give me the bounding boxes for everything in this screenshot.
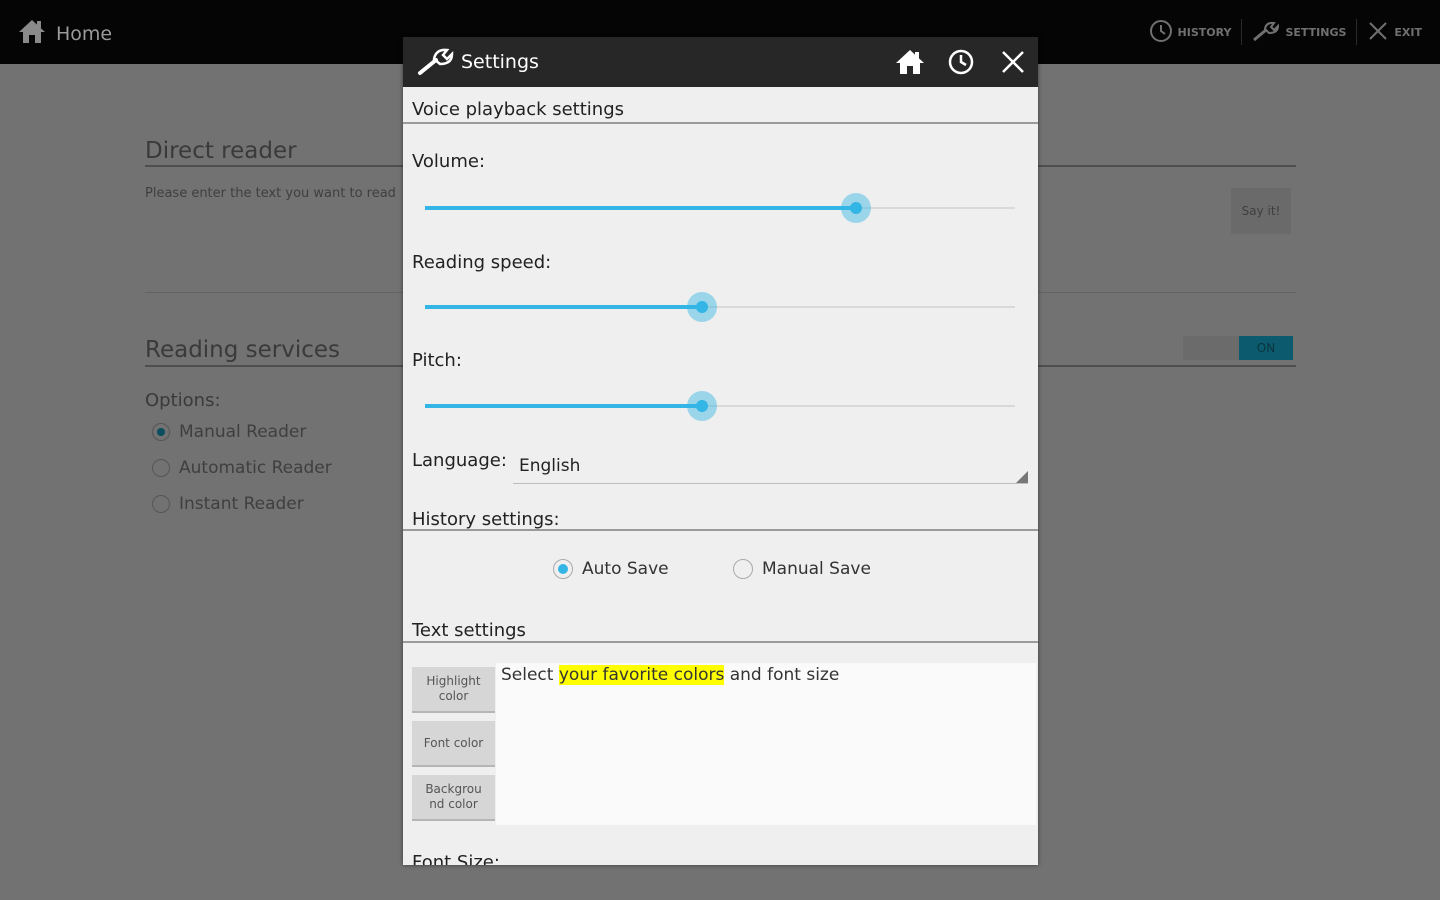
slider-thumb[interactable] (840, 193, 871, 223)
say-it-button[interactable]: Say it! (1231, 188, 1291, 234)
radio-unselected-icon (733, 559, 753, 579)
manual-save-radio[interactable]: Manual Save (733, 559, 871, 579)
pitch-slider[interactable] (425, 391, 1015, 421)
wrench-icon (417, 47, 455, 81)
language-label: Language: (412, 450, 507, 471)
font-size-label: Font Size: (412, 852, 500, 865)
reading-services-title: Reading services (145, 337, 341, 363)
slider-thumb[interactable] (687, 292, 718, 322)
instant-reader-radio[interactable]: Instant Reader (152, 494, 304, 514)
slider-fill (425, 404, 703, 408)
reader-hint: Please enter the text you want to read (145, 186, 396, 201)
dropdown-arrow-icon[interactable] (1016, 471, 1028, 483)
home-link[interactable]: Home (18, 18, 112, 49)
close-icon[interactable] (1001, 49, 1025, 79)
text-section-title: Text settings (412, 620, 526, 641)
slider-fill (425, 305, 703, 309)
home-icon[interactable] (895, 49, 925, 79)
direct-reader-title: Direct reader (145, 138, 297, 164)
radio-selected-icon (553, 559, 573, 579)
clock-icon[interactable] (948, 49, 974, 79)
preview-text-end: and font size (724, 665, 840, 685)
settings-action[interactable]: SETTINGS (1242, 18, 1356, 46)
highlight-color-button[interactable]: Highlight color (412, 667, 495, 713)
font-color-button[interactable]: Font color (412, 721, 495, 767)
voice-section-title: Voice playback settings (412, 99, 625, 120)
dialog-title: Settings (461, 51, 539, 73)
reading-speed-label: Reading speed: (412, 252, 552, 273)
radio-label: Manual Save (762, 559, 871, 579)
toggle-on-label: ON (1239, 336, 1293, 360)
section-divider (403, 529, 1038, 531)
dialog-header: Settings (403, 37, 1038, 87)
settings-label: SETTINGS (1285, 25, 1347, 39)
home-icon (18, 18, 46, 49)
section-divider (403, 122, 1038, 124)
close-icon (1367, 20, 1389, 45)
preview-text-start: Select (501, 665, 559, 685)
reading-speed-slider[interactable] (425, 292, 1015, 322)
exit-action[interactable]: EXIT (1357, 18, 1432, 46)
home-label: Home (56, 22, 113, 45)
history-label: HISTORY (1177, 25, 1232, 39)
exit-label: EXIT (1394, 25, 1422, 39)
clock-icon (1149, 19, 1173, 46)
highlighted-text: your favorite colors (558, 665, 725, 685)
manual-reader-radio[interactable]: Manual Reader (152, 422, 306, 442)
auto-save-radio[interactable]: Auto Save (553, 559, 669, 579)
radio-unselected-icon (152, 495, 170, 513)
reading-services-toggle[interactable]: ON (1183, 336, 1293, 360)
radio-label: Automatic Reader (179, 458, 332, 478)
slider-fill (425, 206, 856, 210)
volume-label: Volume: (412, 151, 486, 172)
preview-text: Select your favorite colors and font siz… (501, 665, 839, 685)
language-spinner[interactable]: English (519, 456, 580, 476)
pitch-label: Pitch: (412, 350, 462, 371)
radio-label: Instant Reader (179, 494, 304, 514)
text-preview: Select your favorite colors and font siz… (496, 663, 1036, 825)
spinner-underline (513, 483, 1028, 484)
history-action[interactable]: HISTORY (1139, 18, 1242, 46)
options-label: Options: (145, 390, 221, 411)
history-section-title: History settings: (412, 509, 560, 530)
background-color-button[interactable]: Backgrou nd color (412, 775, 495, 821)
radio-label: Manual Reader (179, 422, 307, 442)
section-divider (403, 641, 1038, 643)
radio-label: Auto Save (582, 559, 669, 579)
volume-slider[interactable] (425, 193, 1015, 223)
settings-dialog: Settings Voice playback settings Volume:… (403, 37, 1038, 865)
slider-thumb[interactable] (687, 391, 718, 421)
radio-selected-icon (152, 423, 170, 441)
radio-unselected-icon (152, 459, 170, 477)
automatic-reader-radio[interactable]: Automatic Reader (152, 458, 332, 478)
wrench-icon (1252, 20, 1280, 45)
